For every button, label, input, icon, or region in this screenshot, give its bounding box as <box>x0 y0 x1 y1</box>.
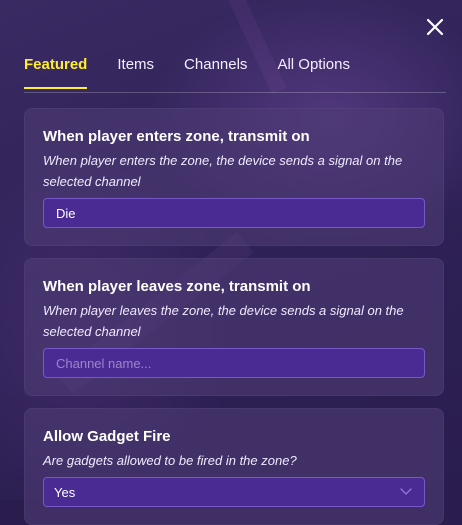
leave-zone-transmit-title: When player leaves zone, transmit on <box>43 278 311 295</box>
allow-gadget-fire-card: Allow Gadget Fire Are gadgets allowed to… <box>24 408 444 525</box>
enter-zone-transmit-title: When player enters zone, transmit on <box>43 128 310 145</box>
leave-zone-transmit-card: When player leaves zone, transmit on Whe… <box>24 258 444 396</box>
leave-zone-transmit-description: When player leaves the zone, the device … <box>43 303 404 339</box>
leave-zone-channel-input[interactable] <box>54 354 414 372</box>
tab-featured[interactable]: Featured <box>24 44 88 89</box>
tab-bar: Featured Items Channels All Options <box>24 44 446 93</box>
tab-all-options[interactable]: All Options <box>277 44 350 73</box>
allow-gadget-fire-select[interactable]: Yes <box>43 477 425 507</box>
chevron-down-icon[interactable] <box>398 484 414 500</box>
tab-items[interactable]: Items <box>117 44 154 73</box>
allow-gadget-fire-description: Are gadgets allowed to be fired in the z… <box>43 453 297 468</box>
tab-channels[interactable]: Channels <box>184 44 247 73</box>
enter-zone-transmit-card: When player enters zone, transmit on Whe… <box>24 108 444 246</box>
close-icon[interactable] <box>426 18 444 36</box>
allow-gadget-fire-title: Allow Gadget Fire <box>43 428 171 445</box>
leave-zone-channel-field[interactable] <box>43 348 425 378</box>
enter-zone-transmit-description: When player enters the zone, the device … <box>43 153 403 189</box>
enter-zone-channel-input[interactable] <box>54 204 414 222</box>
enter-zone-channel-field[interactable] <box>43 198 425 228</box>
allow-gadget-fire-value: Yes <box>54 484 76 500</box>
close-button[interactable] <box>422 14 448 40</box>
